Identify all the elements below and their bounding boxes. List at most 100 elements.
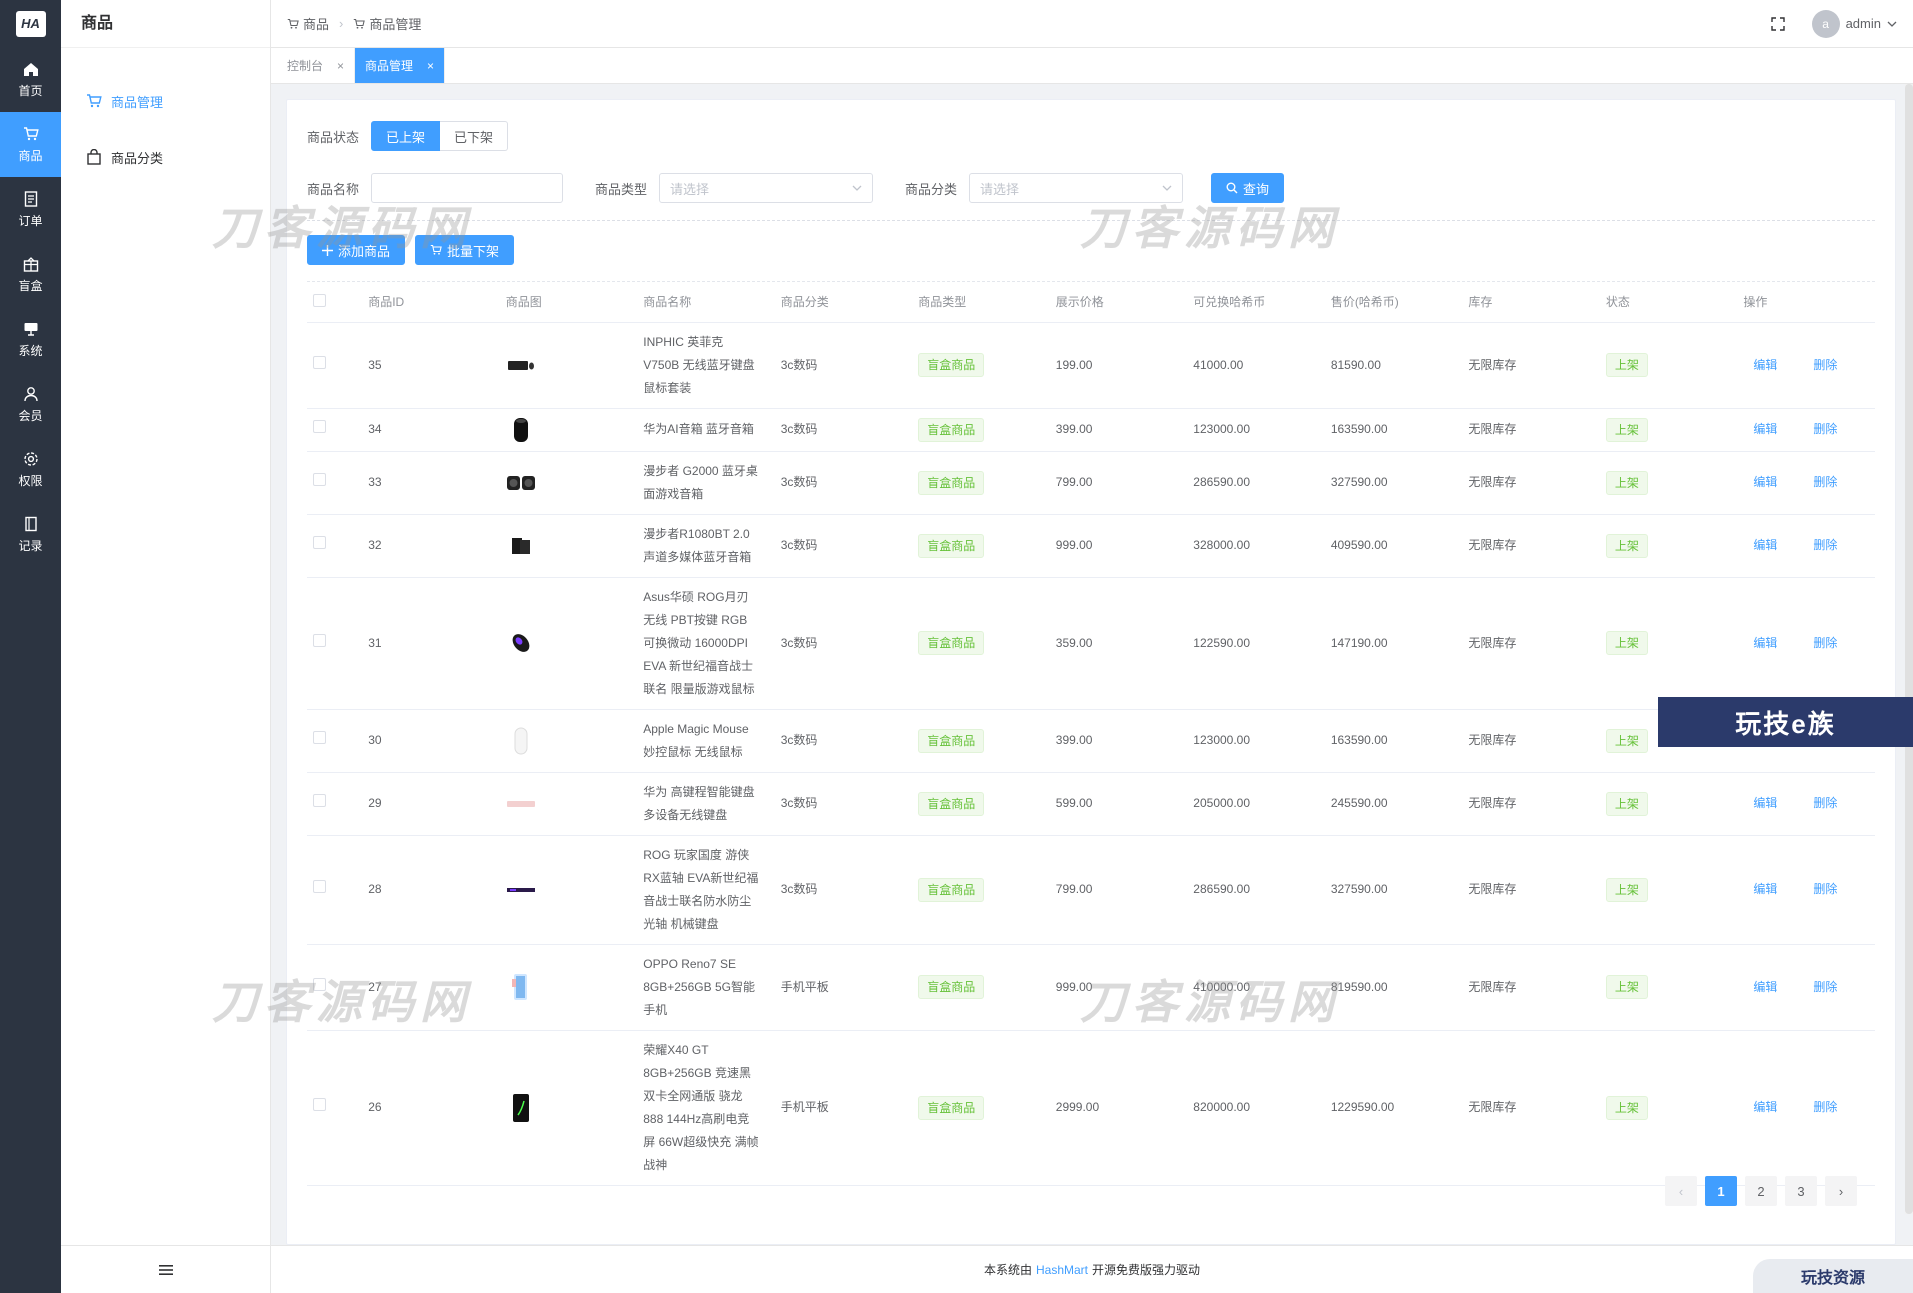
- edit-button[interactable]: 编辑: [1753, 980, 1777, 994]
- goods-category-cell: 手机平板: [774, 944, 913, 1031]
- edit-button[interactable]: 编辑: [1753, 796, 1777, 810]
- rail-item[interactable]: 权限: [0, 437, 61, 502]
- delete-button[interactable]: 删除: [1813, 636, 1837, 650]
- page-number[interactable]: 3: [1785, 1176, 1817, 1206]
- goods-thumbnail[interactable]: [506, 352, 536, 378]
- collapse-menu-button[interactable]: [61, 1245, 270, 1293]
- batch-offshelf-button[interactable]: 批量下架: [415, 235, 515, 265]
- delete-button[interactable]: 删除: [1813, 980, 1837, 994]
- goods-thumbnail[interactable]: [506, 470, 536, 496]
- close-icon[interactable]: ×: [337, 59, 344, 73]
- goods-type-badge: 盲盒商品: [918, 791, 985, 816]
- rail-item[interactable]: 系统: [0, 307, 61, 372]
- goods-name-cell: 华为AI音箱 蓝牙音箱: [637, 408, 775, 452]
- goods-thumbnail[interactable]: [506, 727, 536, 754]
- page-number[interactable]: 2: [1745, 1176, 1777, 1206]
- goods-thumbnail[interactable]: [506, 974, 536, 1000]
- table-row[interactable]: 35 INPHIC 英菲克 V750B 无线蓝牙键盘鼠标套装 3c数码 盲盒商品 199…: [307, 322, 1875, 409]
- goods-thumbnail[interactable]: [506, 1093, 536, 1122]
- row-checkbox[interactable]: [313, 536, 326, 549]
- edit-button[interactable]: 编辑: [1753, 1100, 1777, 1114]
- row-checkbox[interactable]: [313, 731, 326, 744]
- rail-item[interactable]: 记录: [0, 502, 61, 567]
- avatar[interactable]: a: [1811, 9, 1840, 38]
- goods-thumbnail[interactable]: [506, 630, 536, 656]
- tag-item[interactable]: 控制台 ×: [277, 48, 356, 83]
- goods-image-cell: [499, 514, 638, 578]
- table-row[interactable]: 32 漫步者R1080BT 2.0声道多媒体蓝牙音箱 3c数码 盲盒商品 999.00 3…: [307, 514, 1875, 578]
- table-row[interactable]: 26 荣耀X40 GT 8GB+256GB 竞速黑 双卡全网通版 骁龙888 14…: [307, 1030, 1875, 1186]
- add-goods-label: 添加商品: [338, 243, 391, 259]
- select-all-checkbox[interactable]: [313, 293, 326, 307]
- table-row[interactable]: 27 OPPO Reno7 SE 8GB+256GB 5G智能手机 手机平板 盲盒商品…: [307, 944, 1875, 1031]
- column-header: 商品图: [499, 282, 638, 323]
- table-row[interactable]: 28 ROG 玩家国度 游侠RX蓝轴 EVA新世纪福音战士联名防水防尘光轴 机械键…: [307, 835, 1875, 945]
- footer-brand-link[interactable]: HashMart: [1036, 1263, 1088, 1277]
- delete-button[interactable]: 删除: [1813, 882, 1837, 896]
- edit-button[interactable]: 编辑: [1753, 358, 1777, 372]
- rail-item[interactable]: 商品: [0, 112, 61, 177]
- edit-button[interactable]: 编辑: [1753, 882, 1777, 896]
- sub-menu-item[interactable]: 商品管理: [61, 73, 270, 129]
- name-input[interactable]: [371, 173, 564, 203]
- table-row[interactable]: 34 华为AI音箱 蓝牙音箱 3c数码 盲盒商品 399.00 123000.00 1635…: [307, 408, 1875, 452]
- edit-button[interactable]: 编辑: [1753, 538, 1777, 552]
- row-checkbox[interactable]: [313, 1098, 326, 1111]
- rail-item[interactable]: 盲盒: [0, 242, 61, 307]
- goods-thumbnail[interactable]: [506, 877, 536, 903]
- goods-image-cell: [499, 322, 638, 409]
- category-select[interactable]: 请选择: [969, 173, 1184, 203]
- table-row[interactable]: 30 Apple Magic Mouse 妙控鼠标 无线鼠标 3c数码 盲盒商品 399…: [307, 709, 1875, 773]
- query-button[interactable]: 查询: [1211, 173, 1285, 203]
- page-scrollbar[interactable]: [1905, 84, 1913, 1214]
- user-name[interactable]: admin: [1846, 16, 1881, 31]
- table-row[interactable]: 29 华为 高键程智能键盘 多设备无线键盘 3c数码 盲盒商品 599.00 205000…: [307, 772, 1875, 836]
- goods-thumbnail[interactable]: [506, 533, 536, 559]
- scrollbar-thumb[interactable]: [1905, 84, 1913, 1214]
- close-icon[interactable]: ×: [427, 59, 434, 73]
- user-icon: [22, 385, 40, 403]
- tag-label: 控制台: [287, 59, 324, 73]
- edit-button[interactable]: 编辑: [1753, 422, 1777, 436]
- edit-button[interactable]: 编辑: [1753, 475, 1777, 489]
- row-checkbox[interactable]: [313, 794, 326, 807]
- row-checkbox[interactable]: [313, 473, 326, 486]
- status-on-button[interactable]: 已上架: [371, 121, 441, 151]
- goods-type-badge: 盲盒商品: [918, 1095, 985, 1120]
- goods-type-badge: 盲盒商品: [918, 631, 985, 655]
- row-checkbox[interactable]: [313, 880, 326, 893]
- rail-item[interactable]: 首页: [0, 47, 61, 112]
- rail-item[interactable]: 订单: [0, 177, 61, 242]
- tag-item[interactable]: 商品管理 ×: [355, 48, 446, 83]
- goods-price-cell: 819590.00: [1324, 944, 1463, 1031]
- fullscreen-icon[interactable]: [1770, 16, 1786, 32]
- chevron-down-icon[interactable]: [1887, 19, 1897, 29]
- row-checkbox[interactable]: [313, 633, 326, 647]
- prev-page-button[interactable]: ‹: [1665, 1176, 1697, 1206]
- delete-button[interactable]: 删除: [1813, 538, 1837, 552]
- table-row[interactable]: 33 漫步者 G2000 蓝牙桌面游戏音箱 3c数码 盲盒商品 799.00 286590…: [307, 451, 1875, 515]
- row-checkbox[interactable]: [313, 355, 326, 369]
- goods-thumbnail[interactable]: [506, 791, 536, 817]
- edit-button[interactable]: 编辑: [1753, 636, 1777, 650]
- rail-item[interactable]: 会员: [0, 372, 61, 437]
- app-logo[interactable]: HA: [0, 0, 61, 47]
- page-number[interactable]: 1: [1705, 1176, 1737, 1206]
- goods-price-cell: 327590.00: [1324, 451, 1463, 515]
- type-select[interactable]: 请选择: [659, 173, 874, 203]
- goods-thumbnail[interactable]: [506, 417, 536, 443]
- delete-button[interactable]: 删除: [1813, 422, 1837, 436]
- delete-button[interactable]: 删除: [1813, 475, 1837, 489]
- row-checkbox[interactable]: [313, 420, 326, 433]
- next-page-button[interactable]: ›: [1825, 1176, 1857, 1206]
- add-goods-button[interactable]: 添加商品: [307, 235, 406, 265]
- sub-menu-item[interactable]: 商品分类: [61, 129, 270, 185]
- table-row[interactable]: 31 Asus华硕 ROG月刃 无线 PBT按键 RGB可换微动 16000DPI…: [307, 577, 1875, 710]
- breadcrumb-item-goods[interactable]: 商品: [303, 14, 329, 33]
- row-checkbox[interactable]: [313, 977, 326, 991]
- status-off-button[interactable]: 已下架: [440, 121, 509, 151]
- delete-button[interactable]: 删除: [1813, 796, 1837, 810]
- delete-button[interactable]: 删除: [1813, 358, 1837, 372]
- delete-button[interactable]: 删除: [1813, 1100, 1837, 1114]
- goods-type-badge: 盲盒商品: [918, 533, 985, 558]
